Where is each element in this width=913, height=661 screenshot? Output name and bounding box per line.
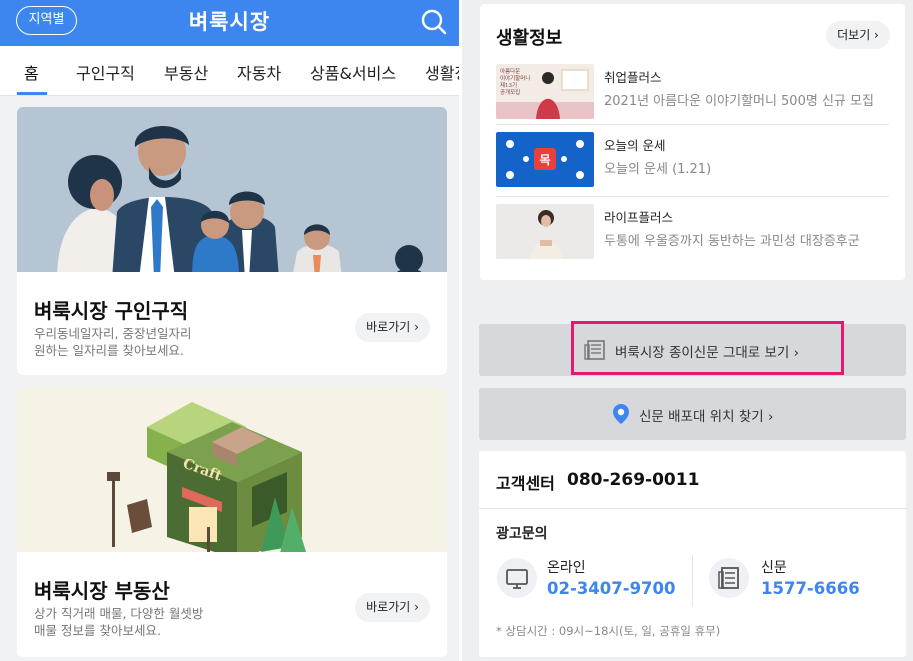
- find-stand-button[interactable]: 신문 배포대 위치 찾기 ›: [479, 388, 906, 440]
- consultation-hours: * 상담시간 : 09시~18시(토, 일, 공휴일 휴무): [496, 624, 721, 638]
- real-estate-card-title: 벼룩시장 부동산: [34, 579, 170, 603]
- tab-real-estate[interactable]: 부동산: [164, 60, 208, 84]
- newspaper-contact-icon: [709, 558, 749, 598]
- fortune-category: 오늘의 운세: [604, 138, 666, 153]
- jobs-card-desc-line2: 원하는 일자리를 찾아보세요.: [34, 343, 184, 358]
- real-estate-card-desc-line1: 상가 직거래 매물, 다양한 월셋방: [34, 606, 204, 621]
- real-estate-card-desc-line2: 매물 정보를 찾아보세요.: [34, 623, 161, 638]
- left-pane: 지역별 벼룩시장 홈 구인구직 부동산 자동차 상품&서비스 생활정: [0, 0, 459, 661]
- jobs-illustration: [17, 107, 447, 279]
- tab-jobs[interactable]: 구인구직: [76, 60, 135, 84]
- right-pane: 생활정보 더보기 › 아름다운 이야기할머니 제13기 공개모집 취업플러스 2…: [462, 0, 913, 661]
- jobs-card-desc-line1: 우리동네일자리, 중장년일자리: [34, 326, 192, 341]
- active-tab-indicator: [17, 92, 47, 95]
- job-plus-thumb-line2: 이야기할머니: [500, 74, 530, 82]
- real-estate-card[interactable]: Craft 벼룩시장 부동산 상가 직거래 매물, 다양한 월셋방 매물 정보를: [17, 387, 447, 657]
- tab-cars[interactable]: 자동차: [237, 60, 281, 84]
- life-info-card: 생활정보 더보기 › 아름다운 이야기할머니 제13기 공개모집 취업플러스 2…: [480, 4, 905, 280]
- job-plus-thumb-line4: 공개모집: [500, 88, 520, 96]
- tab-life[interactable]: 생활정: [425, 60, 459, 84]
- customer-center-phone[interactable]: 080-269-0011: [567, 470, 699, 490]
- real-estate-illustration: Craft: [17, 387, 447, 559]
- view-newspaper-button[interactable]: 벼룩시장 종이신문 그대로 보기 ›: [479, 321, 906, 376]
- search-icon[interactable]: [420, 8, 448, 36]
- job-plus-thumbnail: 아름다운 이야기할머니 제13기 공개모집: [496, 64, 594, 119]
- real-estate-go-button[interactable]: 바로가기 ›: [355, 593, 430, 622]
- paper-label: 신문: [761, 560, 787, 576]
- news-item-life-plus[interactable]: 라이프플러스 두통에 우울증까지 동반하는 과민성 대장증후군: [496, 204, 889, 266]
- jobs-go-button[interactable]: 바로가기 ›: [355, 313, 430, 342]
- location-pin-icon: [612, 403, 630, 429]
- job-plus-thumb-line1: 아름다운: [500, 67, 520, 75]
- paper-phone[interactable]: 1577-6666: [761, 579, 860, 598]
- job-plus-category: 취업플러스: [604, 70, 662, 85]
- life-plus-category: 라이프플러스: [604, 210, 674, 225]
- contact-separator: [692, 555, 693, 607]
- news-divider: [496, 124, 889, 125]
- fortune-headline: 오늘의 운세 (1.21): [604, 162, 712, 177]
- news-divider: [496, 196, 889, 197]
- online-phone[interactable]: 02-3407-9700: [547, 579, 676, 598]
- ad-inquiry-label: 광고문의: [496, 526, 548, 542]
- jobs-card[interactable]: 벼룩시장 구인구직 우리동네일자리, 중장년일자리 원하는 일자리를 찾아보세요…: [17, 107, 447, 375]
- fortune-badge-text: 목: [539, 153, 550, 167]
- jobs-card-title: 벼룩시장 구인구직: [34, 299, 189, 323]
- fortune-thumbnail: 목: [496, 132, 594, 187]
- customer-center-label: 고객센터: [496, 474, 555, 493]
- customer-center-card: 고객센터 080-269-0011 광고문의 온라인 02-3407-9700: [479, 451, 906, 657]
- life-info-title: 생활정보: [496, 28, 563, 49]
- job-plus-headline: 2021년 아름다운 이야기할머니 500명 신규 모집: [604, 94, 874, 109]
- tab-goods-services[interactable]: 상품&서비스: [310, 60, 396, 84]
- app-title: 벼룩시장: [188, 10, 271, 34]
- life-plus-headline: 두통에 우울증까지 동반하는 과민성 대장증후군: [604, 234, 860, 249]
- category-tabs: 홈 구인구직 부동산 자동차 상품&서비스 생활정: [0, 46, 459, 96]
- job-plus-thumb-line3: 제13기: [500, 81, 517, 89]
- news-item-fortune[interactable]: 목 오늘의 운세 오늘의 운세 (1.21): [496, 132, 889, 194]
- find-stand-label: 신문 배포대 위치 찾기 ›: [639, 409, 774, 425]
- computer-icon: [497, 558, 537, 598]
- news-item-job-plus[interactable]: 아름다운 이야기할머니 제13기 공개모집 취업플러스 2021년 아름다운 이…: [496, 64, 889, 126]
- tab-home[interactable]: 홈: [24, 60, 39, 84]
- life-plus-thumbnail: [496, 204, 594, 259]
- highlight-box: [571, 321, 844, 375]
- customer-center-divider: [479, 508, 906, 509]
- more-button[interactable]: 더보기 ›: [826, 21, 890, 49]
- top-bar: 지역별 벼룩시장: [0, 0, 459, 46]
- online-label: 온라인: [547, 560, 586, 576]
